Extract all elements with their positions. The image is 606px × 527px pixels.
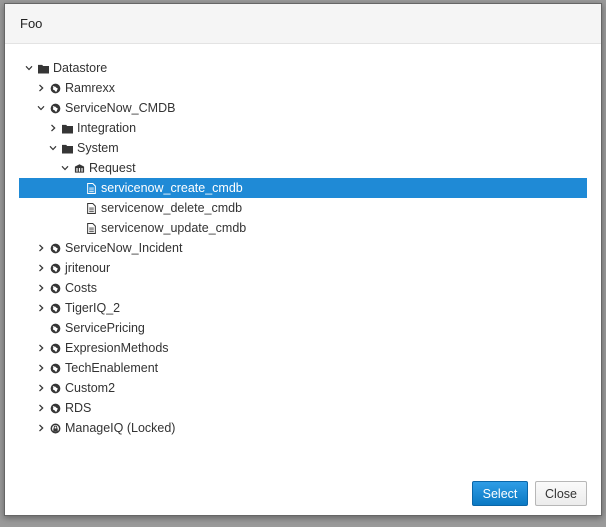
globe-icon xyxy=(49,278,62,298)
select-button[interactable]: Select xyxy=(472,481,528,506)
tree-node-label: RDS xyxy=(65,401,92,415)
tree-node[interactable]: ServicePricing xyxy=(19,318,587,338)
file-icon xyxy=(85,178,98,198)
tree-node-label: ManageIQ (Locked) xyxy=(65,421,176,435)
tree-node[interactable]: Custom2 xyxy=(19,378,587,398)
tree-node-label: servicenow_update_cmdb xyxy=(101,221,247,235)
globe-icon xyxy=(49,398,62,418)
datastore-tree: Datastore Ramrexx ServiceNow_CMDB Integrati… xyxy=(19,58,587,438)
globe-icon xyxy=(49,358,62,378)
tree-node-label: ServiceNow_CMDB xyxy=(65,101,176,115)
tree-node[interactable]: TechEnablement xyxy=(19,358,587,378)
tree-toggle-spacer xyxy=(71,198,83,218)
tree-node-label: Costs xyxy=(65,281,97,295)
chevron-right-icon[interactable] xyxy=(35,78,47,98)
tree-node[interactable]: Integration xyxy=(19,118,587,138)
tree-node[interactable]: Request xyxy=(19,158,587,178)
globe-icon xyxy=(49,238,62,258)
tree-node[interactable]: servicenow_create_cmdb xyxy=(19,178,587,198)
tree-node[interactable]: TigerIQ_2 xyxy=(19,298,587,318)
globe-icon xyxy=(49,318,62,338)
chevron-right-icon[interactable] xyxy=(35,418,47,438)
globe-icon xyxy=(49,338,62,358)
file-icon xyxy=(85,198,98,218)
tree-node-label: servicenow_delete_cmdb xyxy=(101,201,243,215)
tree-node-label: Ramrexx xyxy=(65,81,116,95)
tree-node[interactable]: System xyxy=(19,138,587,158)
tree-toggle-spacer xyxy=(71,178,83,198)
tree-select-dialog: Foo Datastore Ramrexx ServiceNow_CMDB Integ… xyxy=(4,3,602,516)
tree-node-label: Datastore xyxy=(53,61,108,75)
tree-node-label: TechEnablement xyxy=(65,361,159,375)
dialog-header: Foo xyxy=(5,4,601,44)
dialog-title: Foo xyxy=(20,16,43,31)
folder-icon xyxy=(61,118,74,138)
tree-node[interactable]: ServiceNow_Incident xyxy=(19,238,587,258)
tree-node[interactable]: RDS xyxy=(19,398,587,418)
chevron-right-icon[interactable] xyxy=(35,298,47,318)
chevron-right-icon[interactable] xyxy=(35,398,47,418)
globe-icon xyxy=(49,298,62,318)
class-icon xyxy=(73,158,86,178)
chevron-right-icon[interactable] xyxy=(47,118,59,138)
tree-node-label: Integration xyxy=(77,121,137,135)
chevron-right-icon[interactable] xyxy=(35,378,47,398)
globe-icon xyxy=(49,258,62,278)
chevron-right-icon[interactable] xyxy=(35,258,47,278)
folder-icon xyxy=(37,58,50,78)
tree-node-label: ServicePricing xyxy=(65,321,145,335)
chevron-right-icon[interactable] xyxy=(35,358,47,378)
tree-node[interactable]: servicenow_update_cmdb xyxy=(19,218,587,238)
chevron-down-icon[interactable] xyxy=(47,138,59,158)
tree-node-label: servicenow_create_cmdb xyxy=(101,181,243,195)
tree-node[interactable]: jritenour xyxy=(19,258,587,278)
tree-node-label: ServiceNow_Incident xyxy=(65,241,183,255)
chevron-down-icon[interactable] xyxy=(23,58,35,78)
close-button[interactable]: Close xyxy=(535,481,587,506)
tree-node-label: Custom2 xyxy=(65,381,116,395)
tree-node[interactable]: ServiceNow_CMDB xyxy=(19,98,587,118)
globe-icon xyxy=(49,78,62,98)
chevron-right-icon[interactable] xyxy=(35,238,47,258)
tree-node[interactable]: servicenow_delete_cmdb xyxy=(19,198,587,218)
chevron-right-icon[interactable] xyxy=(35,278,47,298)
tree-toggle-spacer xyxy=(35,318,47,338)
chevron-down-icon[interactable] xyxy=(59,158,71,178)
dialog-footer: Select Close xyxy=(5,475,601,515)
tree-node[interactable]: Ramrexx xyxy=(19,78,587,98)
tree-node-label: jritenour xyxy=(65,261,111,275)
globe-icon xyxy=(49,98,62,118)
tree-node-label: TigerIQ_2 xyxy=(65,301,121,315)
chevron-right-icon[interactable] xyxy=(35,338,47,358)
tree-node-label: ExpresionMethods xyxy=(65,341,169,355)
folder-icon xyxy=(61,138,74,158)
globe-icon xyxy=(49,378,62,398)
tree-node[interactable]: ExpresionMethods xyxy=(19,338,587,358)
tree-node-label: System xyxy=(77,141,119,155)
tree-toggle-spacer xyxy=(71,218,83,238)
tree-node[interactable]: Costs xyxy=(19,278,587,298)
chevron-down-icon[interactable] xyxy=(35,98,47,118)
locked-domain-icon xyxy=(49,418,62,438)
tree-node[interactable]: ManageIQ (Locked) xyxy=(19,418,587,438)
tree-node[interactable]: Datastore xyxy=(19,58,587,78)
tree-node-label: Request xyxy=(89,161,136,175)
file-icon xyxy=(85,218,98,238)
